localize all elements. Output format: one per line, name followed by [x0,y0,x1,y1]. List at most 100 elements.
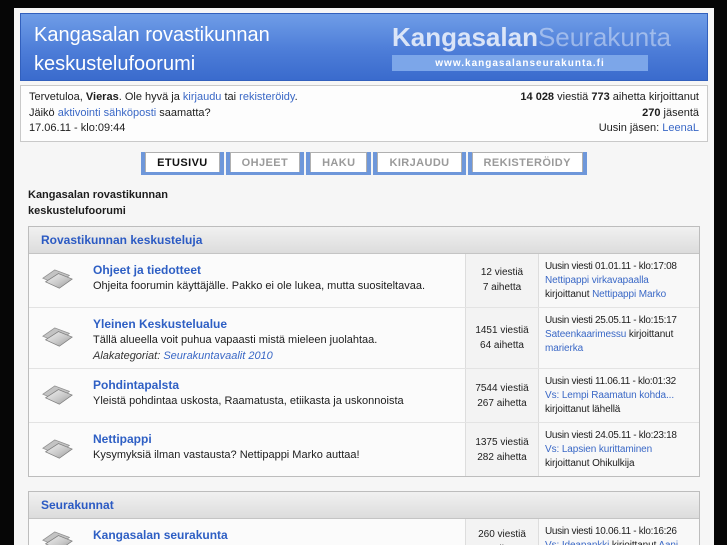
main-nav: ETUSIVU OHJEET HAKU KIRJAUDU REKISTERÖIDY [14,151,714,178]
lastpost-topic-link[interactable]: Sateenkaarimessu [545,329,626,340]
lastpost-author: Ohikulkija [592,458,635,470]
category-rovastikunnan-keskusteluja: Rovastikunnan keskusteluja Ohjeet ja tie… [28,225,700,478]
welcome-strip: Tervetuloa, Vieras. Ole hyvä ja kirjaudu… [20,85,708,142]
board-description: Ohjeita foorumin käyttäjälle. Pakko ei o… [93,279,426,292]
lastpost-detail: Vs: Lapsien kurittaminen kirjoittanut Oh… [545,444,653,470]
board-lastpost: Uusin viesti 11.06.11 - klo:01:32 Vs: Le… [539,369,699,423]
lastpost-time: Uusin viesti 25.05.11 - klo:15:17 [545,314,677,326]
welcome-line1: Tervetuloa, Vieras. Ole hyvä ja kirjaudu… [29,90,298,106]
board-info: Pohdintapalsta Yleistä pohdintaa uskosta… [85,369,465,422]
board-link-ohjeet-ja-tiedotteet[interactable]: Ohjeet ja tiedotteet [93,263,201,277]
stats-posts: 260 viestiä [478,528,526,540]
login-link[interactable]: kirjaudu [183,91,222,103]
board-lastpost: Uusin viesti 25.05.11 - klo:15:17 Sateen… [539,307,699,369]
subcategory-link-seurakuntavaalit-2010[interactable]: Seurakuntavaalit 2010 [163,350,272,362]
board-row-pohdintapalsta: Pohdintapalsta Yleistä pohdintaa uskosta… [29,368,699,423]
board-description: Yleistä pohdintaa uskosta, Raamatusta, e… [93,395,404,408]
board-stats: 1451 viestiä 64 aihetta [465,307,539,369]
board-lastpost: Uusin viesti 10.06.11 - klo:16:26 Vs: Id… [539,519,699,545]
lastpost-detail: Vs: Ideapankki kirjoittanut Aani [545,539,695,545]
stats-topics: 267 aihetta [477,397,527,409]
stats-topics: 282 aihetta [477,451,527,463]
welcome-text-tai: tai [221,91,240,103]
tab-rekisteroidy[interactable]: REKISTERÖIDY [467,151,587,175]
breadcrumb-line2: keskustelufoorumi [28,205,126,218]
tab-kirjaudu[interactable]: KIRJAUDU [373,151,466,175]
stats-posts: 7544 viestiä [475,382,529,394]
stat-message-count: 14 028 [520,91,555,103]
board-row-kangasalan-seurakunta: Kangasalan seurakunta Alakategoriat: Nuo… [29,519,699,545]
breadcrumb[interactable]: Kangasalan rovastikunnan keskustelufooru… [28,187,714,220]
lastpost-detail: Vs: Lempi Raamatun kohda... kirjoittanut… [545,390,675,416]
guest-name: Vieras [85,91,119,103]
stat-member-count: 270 [642,106,661,119]
tab-haku[interactable]: HAKU [306,151,372,175]
stats-topics: 7 aihetta [482,282,522,294]
seurakunta-logo: KangasalanSeurakunta www.kangasalanseura… [392,23,704,71]
board-lastpost: Uusin viesti 24.05.11 - klo:23:18 Vs: La… [539,423,699,477]
logo-site-url[interactable]: www.kangasalanseurakunta.fi [392,54,648,71]
lastpost-topic-link[interactable]: Nettipappi virkavapaalla [545,275,649,286]
board-subcategories: Alakategoriat: Seurakuntavaalit 2010 [93,350,273,363]
folder-icon [29,253,85,307]
lastpost-author-link[interactable]: marierka [545,343,583,354]
forum-page: Kangasalan rovastikunnan keskustelufooru… [14,8,714,545]
activation-email-link[interactable]: aktivointi sähköposti [58,107,156,119]
board-stats: 7544 viestiä 267 aihetta [465,369,539,423]
lastpost-author: lähellä [592,404,621,416]
stats-line-members: 270 jäsentä [642,106,699,119]
board-stats: 260 viestiä 17 aihetta [465,519,539,545]
board-description: Tällä alueella voit puhua vapaasti mistä… [93,333,378,346]
folder-icon [29,423,85,477]
lastpost-time: Uusin viesti 10.06.11 - klo:16:26 [545,526,677,538]
activation-post: saamatta? [156,106,211,119]
lastpost-topic-link[interactable]: Vs: Lapsien kurittaminen [545,444,652,455]
lastpost-time: Uusin viesti 01.01.11 - klo:17:08 [545,260,677,272]
current-datetime: 17.06.11 - klo:09:44 [29,122,126,135]
seurakunta-logo-text: KangasalanSeurakunta [392,23,704,52]
lastpost-time: Uusin viesti 11.06.11 - klo:01:32 [545,376,676,388]
welcome-greeting: Tervetuloa, [29,91,86,103]
register-link[interactable]: rekisteröidy [239,91,294,103]
board-link-yleinen-keskustelualue[interactable]: Yleinen Keskustelualue [93,317,227,331]
breadcrumb-line1: Kangasalan rovastikunnan [28,188,168,201]
board-info: Nettipappi Kysymyksiä ilman vastausta? N… [85,423,465,476]
stats-topics: 64 aihetta [480,340,524,352]
tab-etusivu[interactable]: ETUSIVU [141,151,224,175]
lastpost-topic-link[interactable]: Vs: Lempi Raamatun kohda... [545,390,674,401]
board-stats: 1375 viestiä 282 aihetta [465,423,539,477]
board-row-ohjeet-ja-tiedotteet: Ohjeet ja tiedotteet Ohjeita foorumin kä… [29,253,699,307]
activation-line: Jäikö aktivointi sähköposti saamatta? [29,106,298,122]
lastpost-detail: Sateenkaarimessu kirjoittanut marierka [545,328,674,354]
stats-line-messages: 14 028 viestiä 773 aihetta kirjoittanut [520,91,699,103]
stats-posts: 1451 viestiä [475,325,529,337]
lastpost-author-link[interactable]: Nettipappi Marko [592,289,666,300]
board-lastpost: Uusin viesti 01.01.11 - klo:17:08 Nettip… [539,253,699,307]
category-title: Rovastikunnan keskusteluja [29,226,699,254]
forum-stats: 14 028 viestiä 773 aihetta kirjoittanut … [520,90,699,137]
folder-icon [29,369,85,423]
stats-posts: 1375 viestiä [475,436,529,448]
category-title: Seurakunnat [29,492,699,520]
welcome-period: . [294,91,298,103]
activation-pre: Jäikö [29,106,58,119]
board-info: Ohjeet ja tiedotteet Ohjeita foorumin kä… [85,254,465,307]
board-info: Kangasalan seurakunta Alakategoriat: Nuo… [85,519,465,545]
lastpost-time: Uusin viesti 24.05.11 - klo:23:18 [545,430,677,442]
lastpost-topic-link[interactable]: Vs: Ideapankki [545,540,609,545]
stats-line-newest: Uusin jäsen: LeenaL [598,122,699,135]
category-seurakunnat: Seurakunnat Kangasalan seurakunta Alakat… [28,491,700,545]
logo-word-seurakunta: Seurakunta [537,22,671,52]
board-link-nettipappi[interactable]: Nettipappi [93,432,152,446]
lastpost-author-link[interactable]: Aani [658,540,678,545]
welcome-message: Tervetuloa, Vieras. Ole hyvä ja kirjaudu… [29,90,298,137]
board-stats: 12 viestiä 7 aihetta [465,253,539,307]
forum-header: Kangasalan rovastikunnan keskustelufooru… [20,13,708,81]
tab-ohjeet[interactable]: OHJEET [225,151,305,175]
board-link-kangasalan-seurakunta[interactable]: Kangasalan seurakunta [93,528,228,542]
board-link-pohdintapalsta[interactable]: Pohdintapalsta [93,378,179,392]
newest-member-link[interactable]: LeenaL [662,122,699,134]
stat-topic-count: 773 [591,91,610,103]
board-row-yleinen-keskustelualue: Yleinen Keskustelualue Tällä alueella vo… [29,306,699,369]
board-row-nettipappi: Nettipappi Kysymyksiä ilman vastausta? N… [29,422,699,477]
